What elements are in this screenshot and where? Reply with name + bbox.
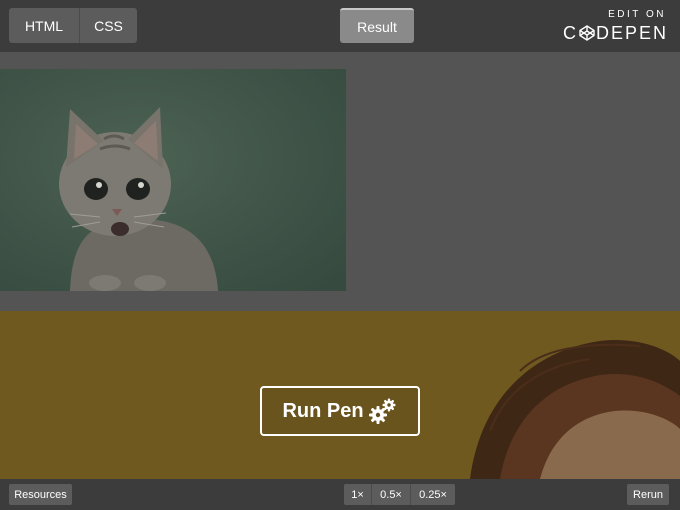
- result-preview: Run Pen: [0, 52, 680, 479]
- kitten-illustration: [0, 69, 346, 291]
- codepen-wordmark-suffix: DEPEN: [595, 23, 668, 43]
- run-pen-label: Run Pen: [282, 399, 364, 422]
- run-pen-button[interactable]: Run Pen: [260, 386, 420, 436]
- kitten-image: [0, 69, 346, 291]
- edit-on-label: EDIT ON: [608, 9, 666, 20]
- rerun-button[interactable]: Rerun: [627, 484, 669, 505]
- zoom-1x-button[interactable]: 1×: [344, 484, 372, 505]
- top-bar: HTML CSS Result EDIT ON C DEPEN: [0, 0, 680, 52]
- zoom-controls: 1× 0.5× 0.25×: [344, 484, 455, 505]
- edit-on-codepen-link[interactable]: EDIT ON C DEPEN: [558, 9, 668, 44]
- codepen-logo-icon: [579, 25, 595, 41]
- tab-css[interactable]: CSS: [80, 8, 137, 43]
- zoom-0-25x-button[interactable]: 0.25×: [411, 484, 455, 505]
- codepen-embed: HTML CSS Result EDIT ON C DEPEN Run Pen …: [0, 0, 680, 510]
- tab-result[interactable]: Result: [340, 8, 414, 43]
- zoom-0-5x-button[interactable]: 0.5×: [372, 484, 411, 505]
- codepen-wordmark: C DEPEN: [558, 22, 668, 44]
- tab-html[interactable]: HTML: [9, 8, 80, 43]
- bottom-bar: Resources 1× 0.5× 0.25× Rerun: [0, 479, 680, 510]
- resources-button[interactable]: Resources: [9, 484, 72, 505]
- codepen-wordmark-prefix: C: [562, 23, 578, 43]
- gears-icon: [368, 398, 396, 424]
- editor-tabs: HTML CSS: [9, 8, 137, 43]
